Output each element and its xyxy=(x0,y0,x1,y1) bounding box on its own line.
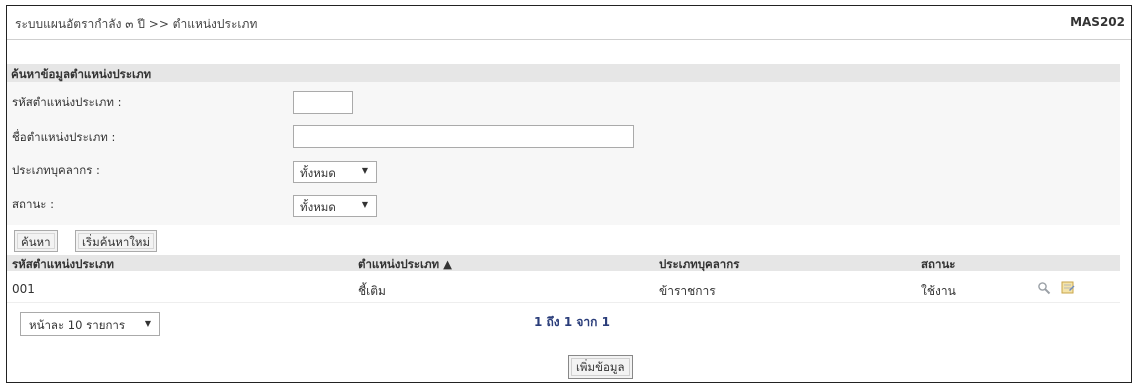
cell-name: ชี้เติม xyxy=(358,284,386,298)
view-icon[interactable] xyxy=(1037,281,1051,295)
cell-status: ใช้งาน xyxy=(921,284,956,298)
title-bar: ระบบแผนอัตรากำลัง ๓ ปี >> ตำแหน่งประเภท … xyxy=(7,6,1131,40)
screen-code: MAS202 xyxy=(1070,15,1125,29)
status-value: ทั้งหมด xyxy=(300,200,336,214)
page-title: ระบบแผนอัตรากำลัง ๓ ปี >> ตำแหน่งประเภท xyxy=(15,17,258,31)
column-header-personnel-type[interactable]: ประเภทบุคลากร xyxy=(659,256,739,274)
cell-personnel-type: ข้าราชการ xyxy=(659,284,716,298)
search-form: รหัสตำแหน่งประเภท : ชื่อตำแหน่งประเภท : … xyxy=(7,82,1120,225)
personnel-type-select[interactable]: ทั้งหมด ▼ xyxy=(293,161,377,183)
cell-code: 001 xyxy=(12,282,35,296)
status-row: สถานะ : ทั้งหมด ▼ xyxy=(7,190,1120,220)
reset-search-button[interactable]: เริ่มค้นหาใหม่ xyxy=(75,230,158,252)
search-section-title: ค้นหาข้อมูลตำแหน่งประเภท xyxy=(7,64,1120,82)
code-input[interactable] xyxy=(293,91,353,114)
chevron-down-icon: ▼ xyxy=(361,200,368,209)
page-size-value: หน้าละ 10 รายการ xyxy=(29,318,126,332)
name-row: ชื่อตำแหน่งประเภท : xyxy=(7,120,1120,150)
personnel-type-label: ประเภทบุคลากร : xyxy=(12,163,100,177)
code-label: รหัสตำแหน่งประเภท : xyxy=(12,95,122,109)
name-input[interactable] xyxy=(293,125,634,148)
chevron-down-icon: ▼ xyxy=(144,319,151,328)
page-size-select[interactable]: หน้าละ 10 รายการ ▼ xyxy=(20,312,160,336)
column-header-name[interactable]: ตำแหน่งประเภท ▲ xyxy=(358,256,452,274)
edit-icon[interactable] xyxy=(1061,280,1075,294)
pagination-info: 1 ถึง 1 จาก 1 xyxy=(534,315,610,329)
status-label: สถานะ : xyxy=(12,197,55,211)
status-select[interactable]: ทั้งหมด ▼ xyxy=(293,195,377,217)
code-row: รหัสตำแหน่งประเภท : xyxy=(7,89,1120,119)
personnel-type-value: ทั้งหมด xyxy=(300,166,336,180)
column-header-status[interactable]: สถานะ xyxy=(921,256,955,274)
table-header: รหัสตำแหน่งประเภท ตำแหน่งประเภท ▲ ประเภท… xyxy=(7,255,1120,271)
search-button[interactable]: ค้นหา xyxy=(14,230,58,252)
name-label: ชื่อตำแหน่งประเภท : xyxy=(12,130,116,144)
chevron-down-icon: ▼ xyxy=(361,166,368,175)
table-row: 001 ชี้เติม ข้าราชการ ใช้งาน xyxy=(7,273,1120,303)
column-header-code[interactable]: รหัสตำแหน่งประเภท xyxy=(12,256,114,274)
personnel-type-row: ประเภทบุคลากร : ทั้งหมด ▼ xyxy=(7,156,1120,186)
add-button[interactable]: เพิ่มข้อมูล xyxy=(568,355,633,379)
